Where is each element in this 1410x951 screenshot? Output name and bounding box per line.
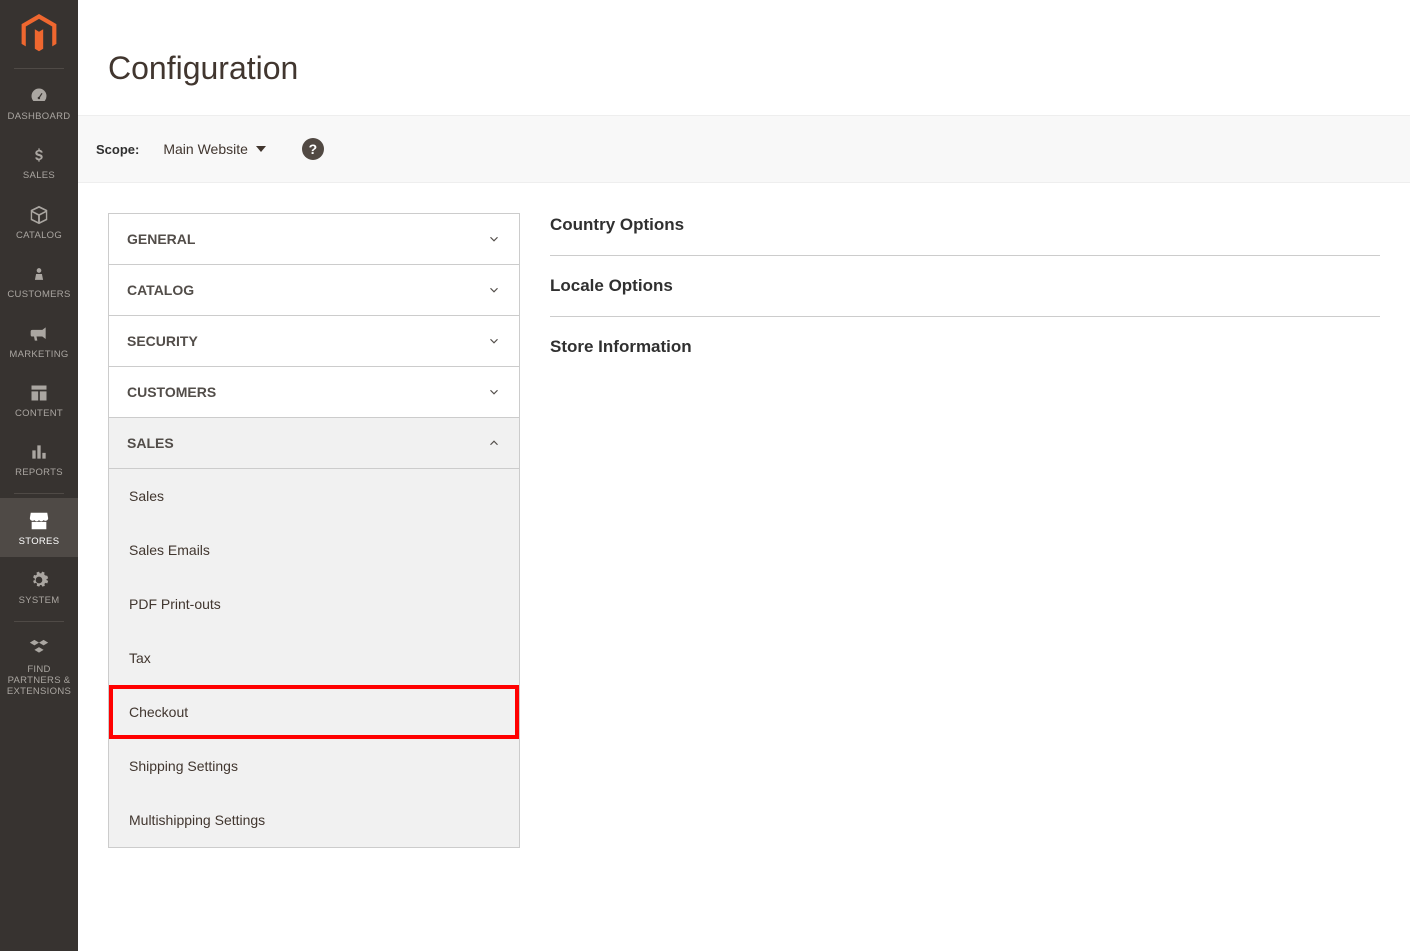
sub-item-checkout[interactable]: Checkout <box>109 685 519 739</box>
chart-icon <box>29 441 49 463</box>
tab-header-customers[interactable]: CUSTOMERS <box>109 367 519 417</box>
sidebar-item-dashboard[interactable]: DASHBOARD <box>0 73 78 132</box>
sidebar-item-sales[interactable]: SALES <box>0 132 78 191</box>
boxes-icon <box>28 638 50 660</box>
megaphone-icon <box>28 323 50 345</box>
layout-icon <box>29 382 49 404</box>
sidebar-item-label: FIND PARTNERS & EXTENSIONS <box>0 664 78 698</box>
tab-group-customers: CUSTOMERS <box>109 367 519 418</box>
page-title: Configuration <box>108 50 1380 87</box>
sidebar-item-label: SYSTEM <box>15 595 64 606</box>
dollar-icon <box>31 144 47 166</box>
dashboard-icon <box>28 85 50 107</box>
sidebar-item-catalog[interactable]: CATALOG <box>0 192 78 251</box>
sub-item-tax[interactable]: Tax <box>109 631 519 685</box>
tab-label: GENERAL <box>127 231 195 247</box>
sidebar-item-label: DASHBOARD <box>4 111 75 122</box>
divider <box>14 621 64 622</box>
tab-group-general: GENERAL <box>109 214 519 265</box>
tab-group-catalog: CATALOG <box>109 265 519 316</box>
sidebar-item-label: CUSTOMERS <box>3 289 74 300</box>
sidebar-item-label: SALES <box>19 170 59 181</box>
admin-sidebar: DASHBOARD SALES CATALOG CUSTOMERS MARKET… <box>0 0 78 951</box>
gear-icon <box>29 569 49 591</box>
config-options: Country Options Locale Options Store Inf… <box>550 213 1380 848</box>
option-store-information[interactable]: Store Information <box>550 337 1380 377</box>
tab-body-sales: Sales Sales Emails PDF Print-outs Tax Ch… <box>109 469 519 847</box>
option-country[interactable]: Country Options <box>550 215 1380 256</box>
scope-select[interactable]: Main Website <box>163 141 266 157</box>
tab-label: SECURITY <box>127 333 198 349</box>
config-tabs: GENERAL CATALOG SECURITY <box>108 213 520 848</box>
tab-header-catalog[interactable]: CATALOG <box>109 265 519 315</box>
tab-header-general[interactable]: GENERAL <box>109 214 519 264</box>
tab-label: SALES <box>127 435 174 451</box>
chevron-down-icon <box>487 283 501 297</box>
sidebar-item-stores[interactable]: STORES <box>0 498 78 557</box>
help-icon[interactable]: ? <box>302 138 324 160</box>
scope-value: Main Website <box>163 141 248 157</box>
divider <box>14 493 64 494</box>
sidebar-item-label: CATALOG <box>12 230 66 241</box>
sidebar-item-content[interactable]: CONTENT <box>0 370 78 429</box>
tab-label: CATALOG <box>127 282 194 298</box>
sidebar-item-reports[interactable]: REPORTS <box>0 429 78 488</box>
sub-item-multishipping-settings[interactable]: Multishipping Settings <box>109 793 519 847</box>
sidebar-item-partners[interactable]: FIND PARTNERS & EXTENSIONS <box>0 626 78 708</box>
sidebar-item-label: CONTENT <box>11 408 67 419</box>
sidebar-item-label: MARKETING <box>5 349 72 360</box>
chevron-down-icon <box>487 334 501 348</box>
tab-group-sales: SALES Sales Sales Emails PDF Print-outs … <box>109 418 519 847</box>
scope-label: Scope: <box>96 142 139 157</box>
chevron-down-icon <box>487 232 501 246</box>
option-locale[interactable]: Locale Options <box>550 276 1380 317</box>
tab-header-security[interactable]: SECURITY <box>109 316 519 366</box>
sub-item-pdf-printouts[interactable]: PDF Print-outs <box>109 577 519 631</box>
sub-item-sales-emails[interactable]: Sales Emails <box>109 523 519 577</box>
tab-header-sales[interactable]: SALES <box>109 418 519 469</box>
sidebar-item-system[interactable]: SYSTEM <box>0 557 78 616</box>
divider <box>14 68 64 69</box>
chevron-up-icon <box>487 436 501 450</box>
scope-bar: Scope: Main Website ? <box>78 115 1410 183</box>
store-icon <box>28 510 50 532</box>
sidebar-item-customers[interactable]: CUSTOMERS <box>0 251 78 310</box>
tab-group-security: SECURITY <box>109 316 519 367</box>
sidebar-item-label: REPORTS <box>11 467 67 478</box>
sidebar-item-marketing[interactable]: MARKETING <box>0 311 78 370</box>
person-icon <box>32 263 46 285</box>
box-icon <box>28 204 50 226</box>
sidebar-item-label: STORES <box>15 536 64 547</box>
tab-label: CUSTOMERS <box>127 384 216 400</box>
sub-item-shipping-settings[interactable]: Shipping Settings <box>109 739 519 793</box>
magento-logo[interactable] <box>21 0 57 64</box>
sub-item-sales[interactable]: Sales <box>109 469 519 523</box>
chevron-down-icon <box>487 385 501 399</box>
caret-down-icon <box>256 144 266 154</box>
